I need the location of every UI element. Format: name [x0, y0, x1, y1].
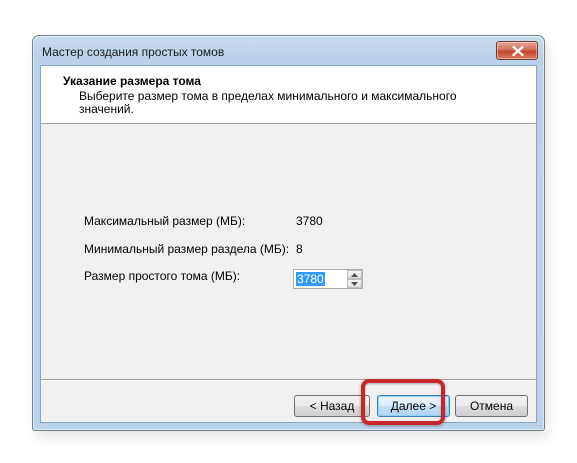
stepper-up-button[interactable]: [347, 270, 362, 279]
max-size-label: Максимальный размер (МБ):: [84, 214, 246, 228]
window-title: Мастер создания простых томов: [42, 45, 225, 59]
cancel-button[interactable]: Отмена: [455, 395, 528, 417]
next-button-highlight: [361, 379, 445, 425]
min-size-label: Минимальный размер раздела (МБ):: [84, 242, 290, 256]
wizard-window: Мастер создания простых томов Указание р…: [32, 35, 545, 431]
volume-size-label: Размер простого тома (МБ):: [84, 269, 241, 283]
page-subtitle: Выберите размер тома в пределах минималь…: [79, 89, 457, 116]
chevron-up-icon: [351, 273, 358, 277]
chevron-down-icon: [351, 282, 358, 286]
wizard-header: Указание размера тома Выберите размер то…: [41, 66, 536, 124]
back-button[interactable]: < Назад: [294, 395, 370, 417]
min-size-value: 8: [296, 242, 303, 256]
volume-size-stepper[interactable]: 3780: [293, 269, 363, 289]
max-size-value: 3780: [296, 214, 323, 228]
stepper-down-button[interactable]: [347, 279, 362, 288]
title-bar[interactable]: Мастер создания простых томов: [33, 36, 544, 66]
close-icon: [512, 46, 524, 56]
close-button[interactable]: [496, 41, 538, 60]
page-title: Указание размера тома: [63, 74, 201, 88]
volume-size-input[interactable]: 3780: [296, 272, 325, 286]
footer-divider: [41, 379, 536, 381]
stepper-buttons: [347, 270, 362, 288]
wizard-body: Указание размера тома Выберите размер то…: [40, 65, 537, 423]
